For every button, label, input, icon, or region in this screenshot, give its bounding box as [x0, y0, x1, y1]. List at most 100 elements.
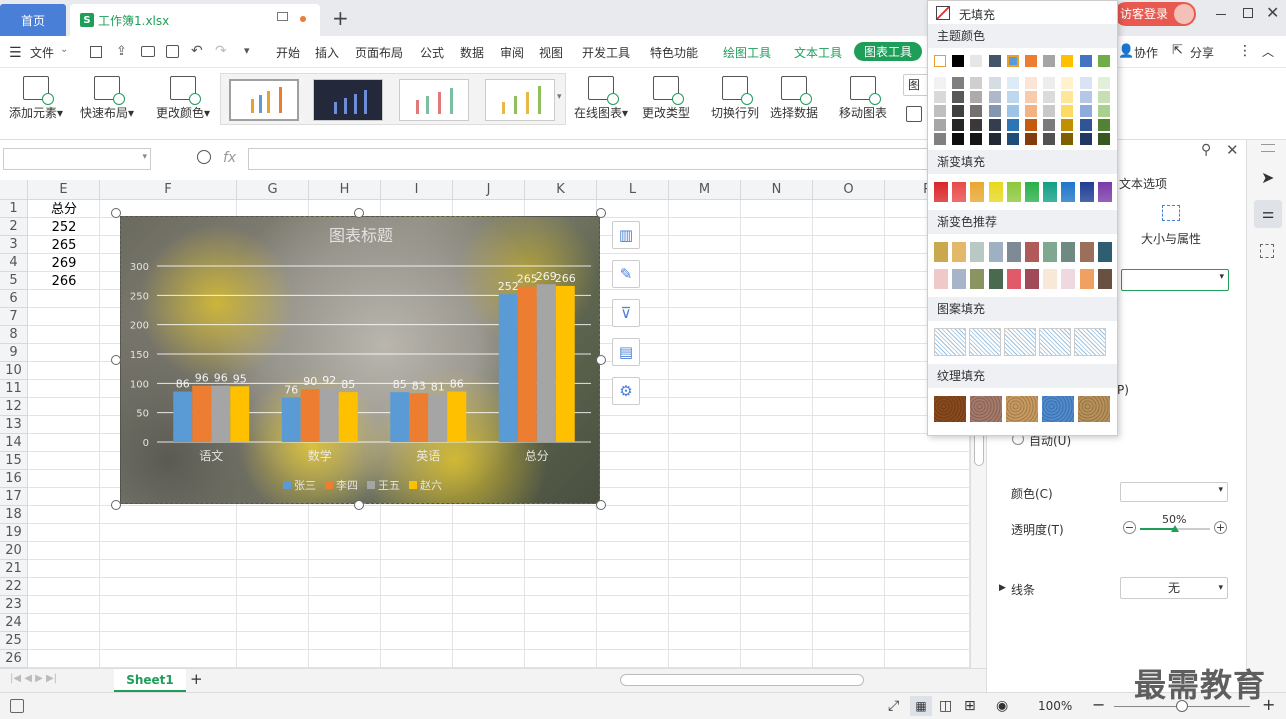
row-header-13[interactable]: 13	[0, 416, 28, 434]
color-dropdown[interactable]: ▾	[1120, 482, 1228, 502]
change-color-button[interactable]: 更改颜色▾	[150, 76, 216, 121]
resize-handle-tm[interactable]	[354, 208, 364, 218]
gradient-recommend-swatch[interactable]	[1097, 269, 1112, 289]
column-header-o[interactable]: O	[813, 180, 885, 200]
zoom-out-icon[interactable]: −	[1092, 695, 1105, 714]
texture-fill-swatch[interactable]	[970, 396, 1002, 422]
page-layout-view-icon[interactable]: ◫	[939, 698, 952, 714]
resize-handle-tl[interactable]	[111, 208, 121, 218]
more-quick-access-icon[interactable]: ▾	[244, 44, 250, 57]
theme-color-swatch[interactable]	[952, 133, 965, 145]
row-header-24[interactable]: 24	[0, 614, 28, 632]
chart-area[interactable]: 300 250 200 150 100 50 0 86 96 96 95 语文 76 90 92 85 数学 85…	[120, 216, 600, 504]
theme-color-swatch[interactable]	[1079, 119, 1092, 131]
property-sliders-icon[interactable]: ⚌	[1254, 200, 1282, 228]
theme-color-swatch[interactable]	[934, 91, 946, 103]
theme-color-swatch[interactable]	[1025, 77, 1037, 89]
gradient-recommend-swatch[interactable]	[1079, 269, 1094, 289]
theme-color-swatch[interactable]	[988, 77, 1001, 89]
resize-handle-ml[interactable]	[111, 355, 121, 365]
tab-workbook[interactable]: S 工作簿1.xlsx	[70, 4, 320, 36]
theme-color-swatch[interactable]	[1043, 133, 1056, 145]
fx-label[interactable]: fx	[223, 150, 236, 166]
pattern-fill-swatch[interactable]	[1074, 328, 1106, 356]
theme-color-swatch[interactable]	[988, 119, 1001, 131]
column-header-k[interactable]: K	[525, 180, 597, 200]
theme-color-swatch[interactable]	[1079, 105, 1092, 117]
cell-e4[interactable]: 269	[28, 255, 100, 273]
texture-fill-swatch[interactable]	[1042, 396, 1074, 422]
column-header-f[interactable]: F	[100, 180, 237, 200]
add-element-button[interactable]: 添加元素▾	[6, 76, 66, 121]
resize-handle-mr[interactable]	[596, 355, 606, 365]
row-header-2[interactable]: 2	[0, 218, 28, 236]
gradient-recommend-swatch[interactable]	[970, 242, 985, 262]
theme-color-swatch[interactable]	[1097, 91, 1110, 103]
theme-color-swatch[interactable]	[970, 133, 983, 145]
resize-handle-tr[interactable]	[596, 208, 606, 218]
redo-icon[interactable]: ↷	[215, 43, 227, 59]
eye-protection-icon[interactable]: ◉	[996, 698, 1008, 714]
no-fill-option[interactable]: 无填充	[934, 5, 1114, 23]
theme-color-swatch[interactable]	[1025, 91, 1037, 103]
row-header-10[interactable]: 10	[0, 362, 28, 380]
row-header-7[interactable]: 7	[0, 308, 28, 326]
theme-color-swatch[interactable]	[1097, 105, 1110, 117]
theme-color-swatch[interactable]	[1043, 119, 1056, 131]
pattern-fill-swatch[interactable]	[934, 328, 966, 356]
theme-color-swatch[interactable]	[934, 133, 946, 145]
row-header-9[interactable]: 9	[0, 344, 28, 362]
row-header-22[interactable]: 22	[0, 578, 28, 596]
transparency-slider[interactable]	[1140, 525, 1210, 532]
share-icon[interactable]: ⇱	[1172, 43, 1183, 58]
gradient-recommend-swatch[interactable]	[1006, 269, 1021, 289]
normal-view-icon[interactable]: ▦	[910, 696, 932, 716]
resize-handle-bl[interactable]	[111, 500, 121, 510]
chart-style-2[interactable]	[313, 79, 383, 121]
menu-insert[interactable]: 插入	[315, 44, 339, 61]
close-button[interactable]: ✕	[1266, 3, 1279, 22]
plus-icon[interactable]: +	[1214, 521, 1227, 534]
row-header-21[interactable]: 21	[0, 560, 28, 578]
theme-color-swatch[interactable]	[1097, 77, 1110, 89]
gradient-fill-swatch[interactable]	[1097, 182, 1112, 202]
menu-start[interactable]: 开始	[276, 44, 300, 61]
menu-formula[interactable]: 公式	[420, 44, 444, 61]
row-header-1[interactable]: 1	[0, 200, 28, 218]
hamburger-icon[interactable]: ☰	[9, 45, 22, 61]
theme-color-swatch[interactable]	[1043, 105, 1056, 117]
theme-color-swatch[interactable]	[970, 105, 983, 117]
sheet-tab-sheet1[interactable]: Sheet1	[114, 669, 186, 692]
gradient-recommend-swatch[interactable]	[970, 269, 985, 289]
minus-icon[interactable]: −	[1123, 521, 1136, 534]
row-header-14[interactable]: 14	[0, 434, 28, 452]
chart-style-1[interactable]	[229, 79, 299, 121]
theme-color-swatch[interactable]	[970, 55, 983, 67]
row-header-26[interactable]: 26	[0, 650, 28, 668]
gradient-recommend-swatch[interactable]	[934, 242, 948, 262]
collab-icon[interactable]: 👤	[1118, 44, 1134, 59]
menu-page-layout[interactable]: 页面布局	[355, 44, 403, 61]
row-header-20[interactable]: 20	[0, 542, 28, 560]
texture-fill-swatch[interactable]	[1078, 396, 1110, 422]
resize-handle-br[interactable]	[596, 500, 606, 510]
print-icon[interactable]	[141, 46, 155, 57]
undo-icon[interactable]: ↶	[191, 43, 203, 59]
column-header-l[interactable]: L	[597, 180, 669, 200]
select-cursor-icon[interactable]: ➤	[1261, 168, 1274, 187]
cell-e1[interactable]: 总分	[28, 201, 100, 219]
chart-elements-icon[interactable]: ▥	[612, 221, 640, 249]
theme-color-swatch[interactable]	[1006, 91, 1019, 103]
sheet-nav-first-icon[interactable]: |◀ ◀ ▶ ▶|	[10, 673, 57, 684]
gradient-recommend-swatch[interactable]	[1061, 269, 1076, 289]
gradient-recommend-swatch[interactable]	[988, 242, 1003, 262]
text-options-tab[interactable]: 文本选项	[1119, 175, 1167, 192]
zoom-search-icon[interactable]	[197, 150, 211, 164]
row-header-12[interactable]: 12	[0, 398, 28, 416]
gradient-recommend-swatch[interactable]	[1061, 242, 1076, 262]
pattern-fill-swatch[interactable]	[1004, 328, 1036, 356]
menu-collab[interactable]: 协作	[1134, 44, 1158, 61]
more-menu-icon[interactable]: ⋮	[1238, 43, 1252, 59]
row-header-25[interactable]: 25	[0, 632, 28, 650]
column-header-i[interactable]: I	[381, 180, 453, 200]
